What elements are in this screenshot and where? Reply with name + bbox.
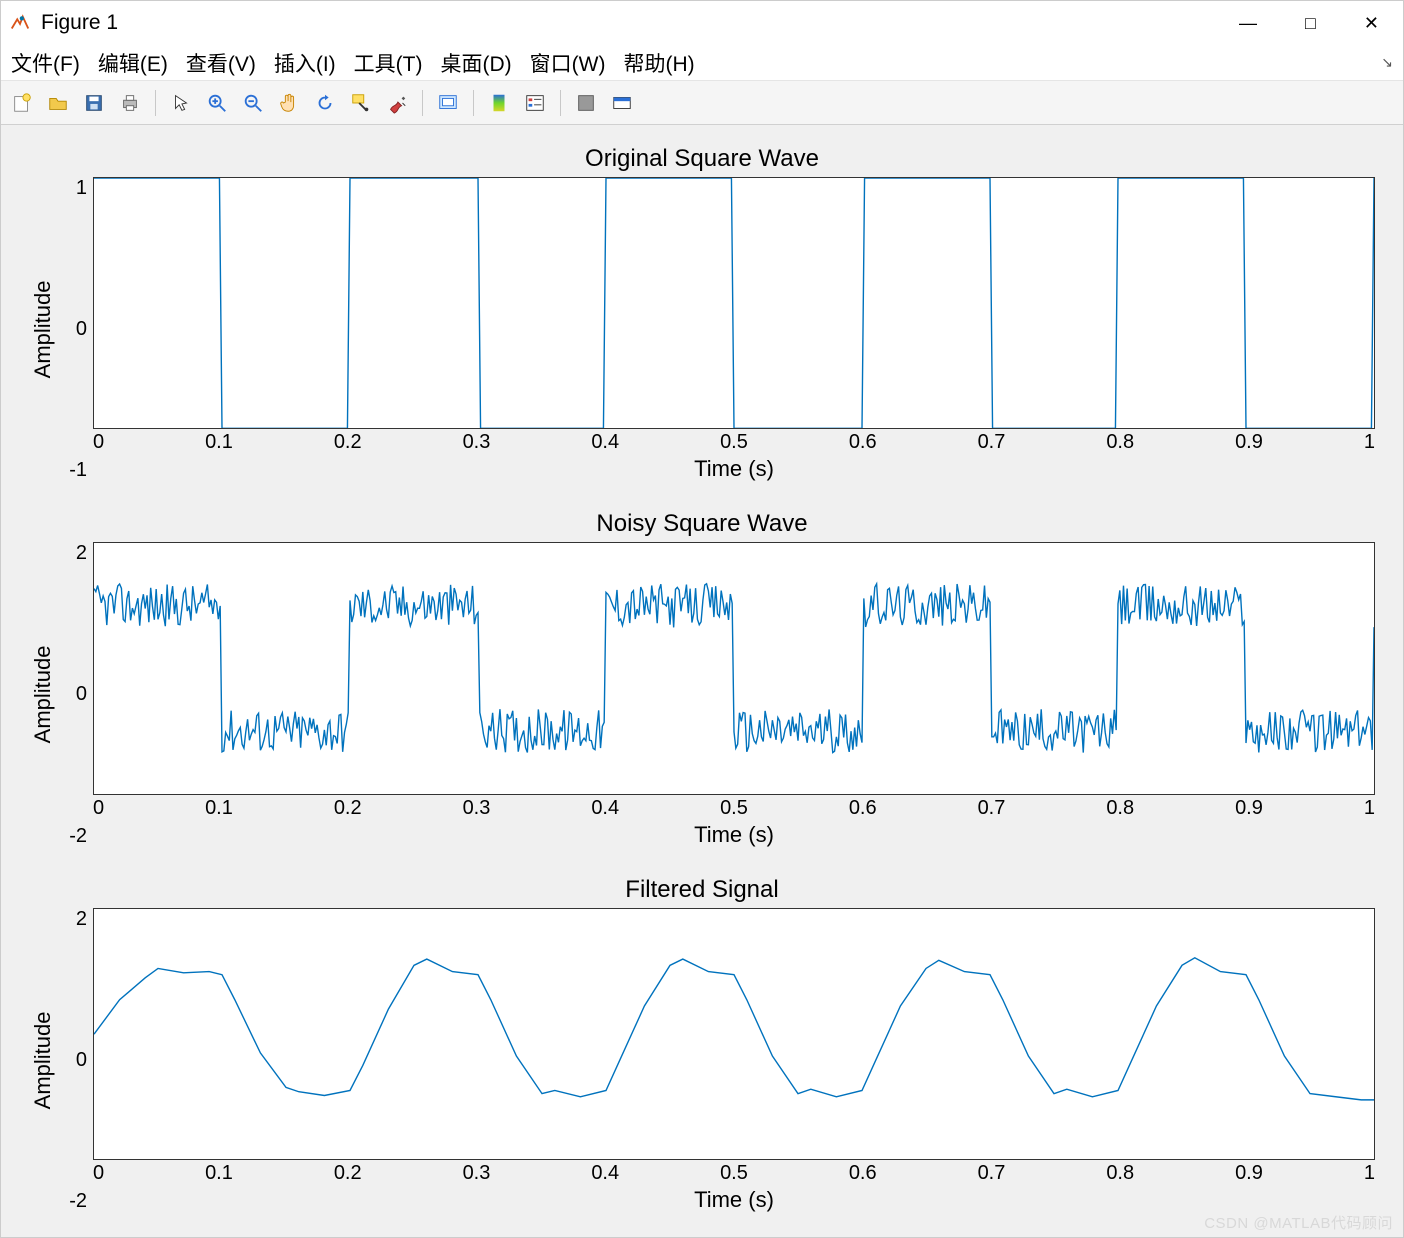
xticks: 00.10.20.30.40.50.60.70.80.91 — [93, 1162, 1375, 1185]
colorbar-button[interactable] — [484, 88, 514, 118]
xlabel: Time (s) — [93, 456, 1375, 482]
yticks: 20-2 — [57, 908, 93, 1213]
print-button[interactable] — [115, 88, 145, 118]
rotate-button[interactable] — [310, 88, 340, 118]
dock-icon[interactable]: ↘ — [1381, 54, 1393, 71]
close-button[interactable]: ✕ — [1364, 13, 1379, 34]
menu-file[interactable]: 文件(F) — [11, 48, 80, 78]
xticks: 00.10.20.30.40.50.60.70.80.91 — [93, 797, 1375, 820]
yticks: 10-1 — [57, 177, 93, 482]
data-cursor-button[interactable] — [346, 88, 376, 118]
zoom-out-button[interactable] — [238, 88, 268, 118]
yticks: 20-2 — [57, 542, 93, 847]
watermark: CSDN @MATLAB代码顾问 — [1204, 1212, 1393, 1233]
xticks: 00.10.20.30.40.50.60.70.80.91 — [93, 431, 1375, 454]
figure-window: Figure 1 — □ ✕ 文件(F) 编辑(E) 查看(V) 插入(I) 工… — [0, 0, 1404, 1238]
subplot-title: Noisy Square Wave — [596, 510, 807, 538]
xlabel: Time (s) — [93, 822, 1375, 848]
menu-insert[interactable]: 插入(I) — [274, 48, 336, 78]
menu-edit[interactable]: 编辑(E) — [98, 48, 168, 78]
axes[interactable] — [93, 908, 1375, 1160]
link-button[interactable] — [433, 88, 463, 118]
zoom-in-button[interactable] — [202, 88, 232, 118]
menu-view[interactable]: 查看(V) — [186, 48, 256, 78]
show-tools-button[interactable] — [607, 88, 637, 118]
menu-desktop[interactable]: 桌面(D) — [440, 48, 511, 78]
xlabel: Time (s) — [93, 1187, 1375, 1213]
open-button[interactable] — [43, 88, 73, 118]
menu-window[interactable]: 窗口(W) — [530, 48, 606, 78]
brush-button[interactable] — [382, 88, 412, 118]
matlab-icon — [9, 12, 31, 34]
menu-help[interactable]: 帮助(H) — [623, 48, 694, 78]
ylabel: Amplitude — [29, 908, 57, 1213]
ylabel: Amplitude — [29, 542, 57, 847]
toolbar — [1, 81, 1403, 125]
subplot-title: Original Square Wave — [585, 145, 819, 173]
titlebar: Figure 1 — □ ✕ — [1, 1, 1403, 45]
minimize-button[interactable]: — — [1239, 13, 1257, 34]
window-title: Figure 1 — [41, 11, 118, 35]
subplot-title: Filtered Signal — [625, 876, 778, 904]
save-button[interactable] — [79, 88, 109, 118]
hide-tools-button[interactable] — [571, 88, 601, 118]
pointer-button[interactable] — [166, 88, 196, 118]
menu-tools[interactable]: 工具(T) — [354, 48, 423, 78]
maximize-button[interactable]: □ — [1305, 13, 1316, 34]
pan-button[interactable] — [274, 88, 304, 118]
subplot-0: Original Square Wave Amplitude10-100.10.2… — [29, 145, 1375, 482]
new-figure-button[interactable] — [7, 88, 37, 118]
axes[interactable] — [93, 542, 1375, 794]
axes[interactable] — [93, 177, 1375, 429]
subplot-1: Noisy Square Wave Amplitude20-200.10.20.3… — [29, 510, 1375, 847]
plot-area: Original Square WaveAmplitude10-100.10.2… — [1, 125, 1403, 1237]
legend-button[interactable] — [520, 88, 550, 118]
subplot-2: Filtered Signal Amplitude20-200.10.20.30.… — [29, 876, 1375, 1213]
ylabel: Amplitude — [29, 177, 57, 482]
menubar: 文件(F) 编辑(E) 查看(V) 插入(I) 工具(T) 桌面(D) 窗口(W… — [1, 45, 1403, 81]
